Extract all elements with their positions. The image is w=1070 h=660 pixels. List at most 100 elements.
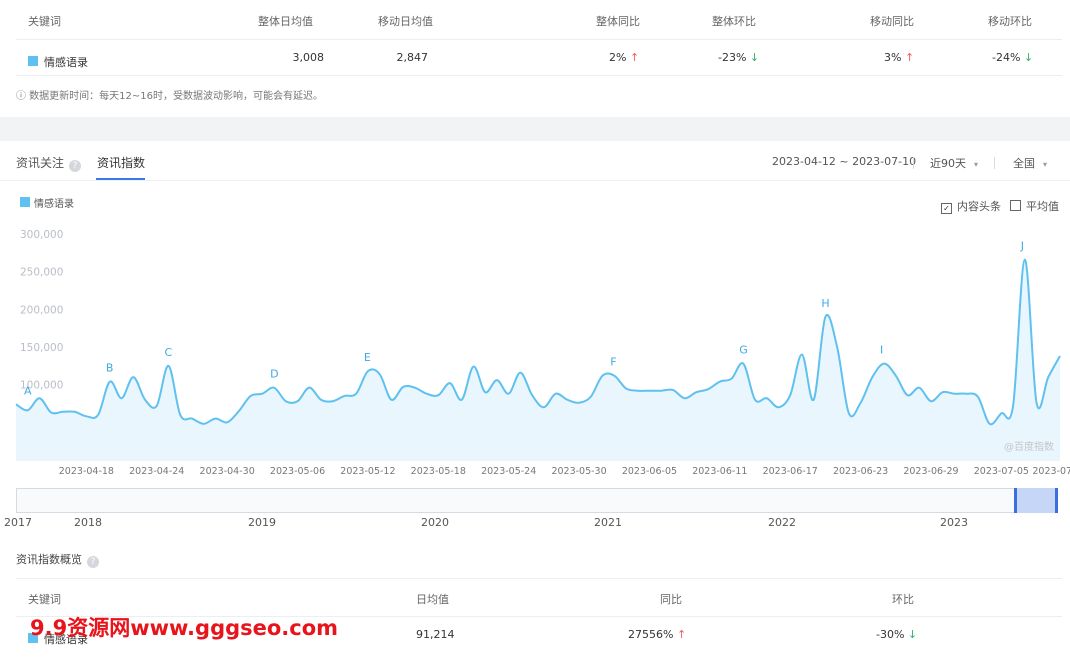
keyword-cell: 情感语录 xyxy=(44,56,88,69)
overview-yoy-cell: 27556% ↑ xyxy=(628,628,686,641)
arrow-down-icon: ↓ xyxy=(1023,51,1034,64)
timeline-selection-handle[interactable] xyxy=(1014,488,1058,513)
timeline-year-label: 2023 xyxy=(940,516,968,529)
col-header-overall-yoy: 整体同比 xyxy=(596,15,640,28)
x-tick-label: 2023-06-11 xyxy=(692,466,747,477)
period-select[interactable]: 近90天 ▾ xyxy=(930,155,978,171)
annotation-e: E xyxy=(364,351,371,364)
region-value: 全国 xyxy=(1013,157,1035,170)
trend-chart[interactable]: 50,000100,000150,000200,000250,000300,00… xyxy=(0,215,1070,480)
mobile-yoy-value: 3% xyxy=(884,51,902,64)
legend-label[interactable]: 情感语录 xyxy=(34,195,74,210)
overview-mom-value: -30% xyxy=(876,628,905,641)
toggle-average[interactable]: 平均值 xyxy=(1010,198,1059,214)
y-tick-label: 200,000 xyxy=(20,304,63,316)
tab-news-index[interactable]: 资讯指数 xyxy=(97,154,145,171)
timeline-year-label: 2020 xyxy=(421,516,449,529)
mobile-avg-cell: 2,847 xyxy=(396,51,429,64)
arrow-up-icon: ↑ xyxy=(904,51,915,64)
region-select[interactable]: 全国 ▾ xyxy=(1013,155,1047,171)
annotation-g: G xyxy=(739,344,748,357)
overall-mom-cell: -23% ↓ xyxy=(718,51,759,64)
annotation-b: B xyxy=(106,362,114,375)
overall-yoy-cell: 2% ↑ xyxy=(609,51,639,64)
overview-mom-cell: -30% ↓ xyxy=(876,628,917,641)
site-watermark: 9.9资源网www.gggseo.com xyxy=(30,616,339,640)
overview-avg-cell: 91,214 xyxy=(416,628,455,641)
overall-mom-value: -23% xyxy=(718,51,747,64)
overview-col-yoy: 同比 xyxy=(660,593,682,606)
update-notice: ⓘ 数据更新时间：每天12~16时，受数据波动影响，可能会有延迟。 xyxy=(16,91,324,102)
overview-col-keyword: 关键词 xyxy=(28,593,61,606)
col-header-overall-mom: 整体环比 xyxy=(712,15,756,28)
series-area xyxy=(16,259,1060,460)
legend-swatch xyxy=(20,197,30,207)
toggle-label: 内容头条 xyxy=(957,200,1001,213)
x-tick-label: 2023-04-18 xyxy=(59,466,114,477)
x-tick-label: 2023-06-23 xyxy=(833,466,888,477)
annotation-c: C xyxy=(164,346,172,359)
divider xyxy=(16,75,1062,76)
mobile-yoy-cell: 3% ↑ xyxy=(884,51,914,64)
annotation-f: F xyxy=(610,356,616,369)
help-icon[interactable]: ? xyxy=(69,160,82,172)
overall-avg-cell: 3,008 xyxy=(292,51,325,64)
chart-watermark: @百度指数 xyxy=(1004,440,1054,453)
series-swatch xyxy=(28,56,38,66)
annotation-h: H xyxy=(821,297,829,310)
x-tick-label: 2023-04-30 xyxy=(200,466,255,477)
arrow-down-icon: ↓ xyxy=(907,628,918,641)
toggle-content-headline[interactable]: ✓ 内容头条 xyxy=(941,198,1001,214)
timeline-year-label: 2019 xyxy=(248,516,276,529)
x-tick-label: 2023-05-06 xyxy=(270,466,325,477)
overview-col-mom: 环比 xyxy=(892,593,914,606)
annotation-a: A xyxy=(24,384,32,397)
x-tick-label: 2023-06-17 xyxy=(763,466,818,477)
separator xyxy=(994,157,995,169)
arrow-up-icon: ↑ xyxy=(629,51,640,64)
checkbox-icon xyxy=(1010,200,1021,211)
timeline-year-label: 2017 xyxy=(4,516,32,529)
annotation-i: I xyxy=(880,344,883,357)
x-tick-label: 2023-07-05 xyxy=(974,466,1029,477)
help-icon[interactable]: ? xyxy=(87,556,99,568)
overview-title-text: 资讯指数概览 xyxy=(16,553,82,566)
x-tick-label: 2023-05-30 xyxy=(551,466,606,477)
x-tick-label: 2023-05-12 xyxy=(340,466,395,477)
y-tick-label: 150,000 xyxy=(20,342,63,354)
x-tick-label: 2023-06-29 xyxy=(903,466,958,477)
col-header-mobile-mom: 移动环比 xyxy=(988,15,1032,28)
y-tick-label: 250,000 xyxy=(20,267,63,279)
col-header-overall-avg: 整体日均值 xyxy=(258,15,313,28)
checkbox-checked-icon: ✓ xyxy=(941,203,952,214)
mobile-mom-value: -24% xyxy=(992,51,1021,64)
overview-col-avg: 日均值 xyxy=(416,593,449,606)
date-range-picker[interactable]: 2023-04-12 ~ 2023-07-10 xyxy=(772,155,916,168)
overview-title: 资讯指数概览? xyxy=(16,551,99,568)
timeline-navigator[interactable] xyxy=(16,488,1058,513)
overall-yoy-value: 2% xyxy=(609,51,627,64)
col-header-mobile-avg: 移动日均值 xyxy=(378,15,433,28)
overview-yoy-value: 27556% xyxy=(628,628,674,641)
timeline-year-label: 2018 xyxy=(74,516,102,529)
mobile-mom-cell: -24% ↓ xyxy=(992,51,1033,64)
y-tick-label: 300,000 xyxy=(20,229,63,241)
col-header-mobile-yoy: 移动同比 xyxy=(870,15,914,28)
chevron-down-icon: ▾ xyxy=(1043,160,1048,169)
arrow-up-icon: ↑ xyxy=(676,628,687,641)
x-tick-label: 2023-05-24 xyxy=(481,466,536,477)
annotation-d: D xyxy=(270,368,278,381)
tab-label: 资讯关注 xyxy=(16,156,65,170)
tab-news-attention[interactable]: 资讯关注? xyxy=(16,154,82,172)
arrow-down-icon: ↓ xyxy=(749,51,760,64)
divider xyxy=(16,39,1062,40)
x-tick-label: 2023-05-18 xyxy=(411,466,466,477)
divider xyxy=(16,578,1062,579)
chevron-down-icon: ▾ xyxy=(974,160,979,169)
timeline-year-label: 2022 xyxy=(768,516,796,529)
x-tick-label: 2023-06-05 xyxy=(622,466,677,477)
col-header-keyword: 关键词 xyxy=(28,15,61,28)
toggle-label: 平均值 xyxy=(1026,200,1059,213)
divider xyxy=(0,180,1070,181)
separator xyxy=(913,157,914,169)
